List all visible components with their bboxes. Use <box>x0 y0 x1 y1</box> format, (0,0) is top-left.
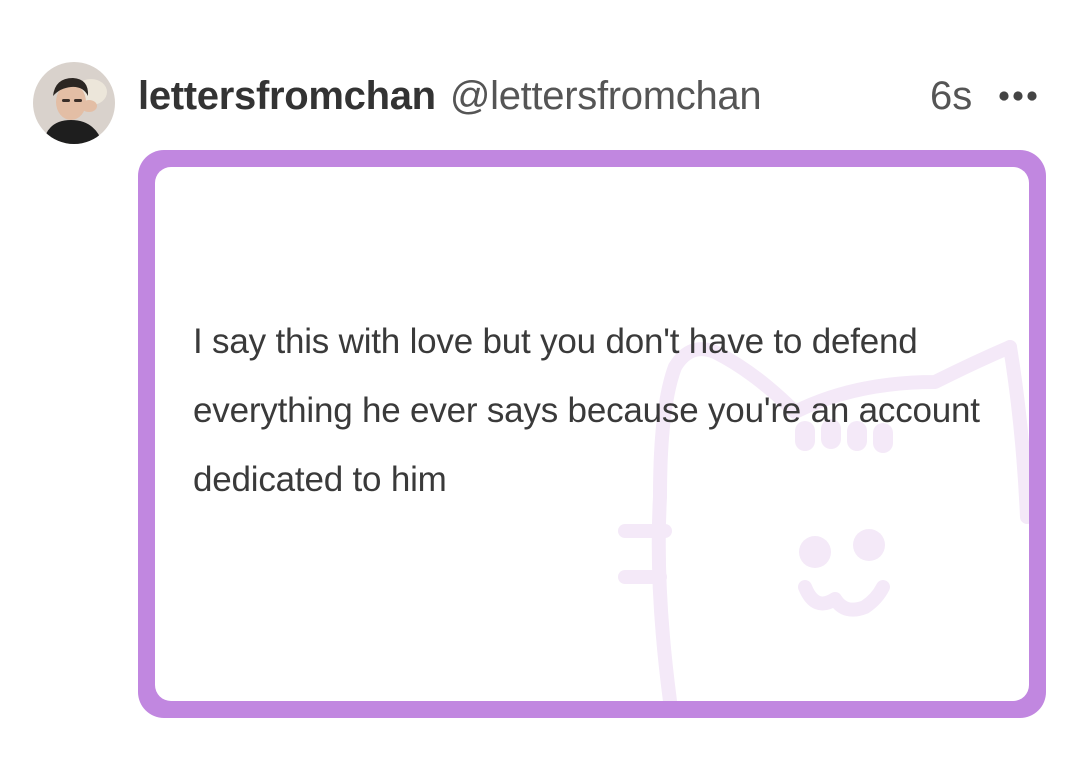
post-header: lettersfromchan @lettersfromchan <box>138 68 762 124</box>
display-name[interactable]: lettersfromchan <box>138 74 436 119</box>
more-options-icon[interactable] <box>997 86 1039 106</box>
message-card: I say this with love but you don't have … <box>138 150 1046 718</box>
post-timestamp: 6s <box>930 74 973 118</box>
avatar[interactable] <box>33 62 115 144</box>
user-handle[interactable]: @lettersfromchan <box>450 74 762 119</box>
avatar-photo <box>33 62 115 144</box>
message-card-inner: I say this with love but you don't have … <box>155 167 1029 701</box>
message-text: I say this with love but you don't have … <box>193 322 980 499</box>
